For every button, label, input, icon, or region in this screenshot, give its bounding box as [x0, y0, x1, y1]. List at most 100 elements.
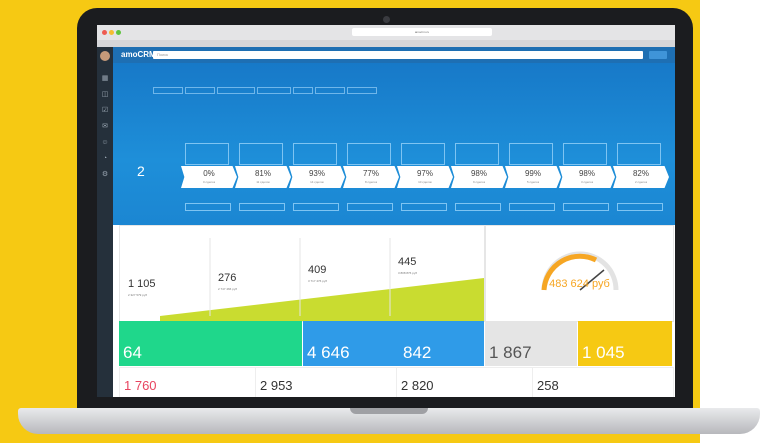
stage-count: 2 — [137, 163, 145, 179]
sales-area — [160, 278, 484, 321]
tile-gray: 1 867 — [485, 321, 577, 366]
funnel-stage[interactable]: 98% 9 сделок — [451, 166, 507, 188]
stage-conversion: 0% — [203, 169, 215, 178]
address-bar[interactable]: amocrm.ru — [352, 28, 492, 36]
stage-footer — [617, 203, 663, 211]
filter-chip[interactable] — [257, 87, 291, 94]
close-window-icon[interactable] — [102, 30, 107, 35]
stage-header[interactable] — [509, 143, 553, 165]
deals-icon[interactable]: ◫ — [101, 91, 109, 99]
funnel-stage[interactable]: 77% 8 сделок — [343, 166, 399, 188]
stage-header[interactable] — [563, 143, 607, 165]
filter-chip[interactable] — [347, 87, 377, 94]
tile-value: 1 867 — [489, 343, 532, 362]
stage-sub: 14 сделок — [310, 180, 324, 184]
funnel-stage[interactable]: 99% 5 сделок — [505, 166, 561, 188]
tile-value: 1 045 — [582, 343, 625, 362]
stage-header[interactable] — [347, 143, 391, 165]
funnel-stage[interactable]: 0% 0 сделок — [181, 166, 237, 188]
header-action-button[interactable] — [649, 51, 667, 59]
stage-header[interactable] — [401, 143, 445, 165]
camera — [383, 16, 390, 23]
tile-value: 1 760 — [124, 378, 157, 393]
tile-stat: 2 820 — [396, 367, 533, 397]
step-sub: 2 747 466 руб — [218, 287, 238, 291]
step-sub: 3 717 476 руб — [308, 279, 328, 283]
settings-icon[interactable]: ⚙ — [101, 171, 109, 179]
stage-footer — [239, 203, 285, 211]
dashboard-icon[interactable]: ▦ — [101, 75, 109, 83]
filter-chip[interactable] — [217, 87, 255, 94]
app-header: amoCRM. Поиск — [113, 47, 675, 63]
step-sub: 2 327 579 руб — [128, 293, 148, 297]
sales-area-chart — [160, 238, 484, 321]
stage-conversion: 98% — [578, 169, 595, 178]
tile-value: 2 820 — [401, 378, 434, 393]
stage-header[interactable] — [239, 143, 283, 165]
tile-bg — [119, 321, 302, 366]
stage-sub: 9 сделок — [472, 180, 486, 184]
sales-funnel-panel: 2 0% 0 сделок 81% 11 сделок 93% 14 сделок 77% 8… — [113, 63, 675, 225]
tile-yellow: 1 045 — [578, 321, 672, 366]
stage-sub: 5 сделок — [526, 180, 540, 184]
stage-conversion: 98% — [470, 169, 487, 178]
contacts-icon[interactable]: ☺ — [101, 139, 109, 147]
funnel-stage[interactable]: 98% 3 сделок — [559, 166, 615, 188]
filter-chip[interactable] — [293, 87, 313, 94]
tile-value: 64 — [123, 343, 142, 362]
stage-sub: 2 сделок — [634, 180, 648, 184]
funnel-stage[interactable]: 93% 14 сделок — [289, 166, 345, 188]
gauge-chart — [541, 251, 619, 291]
stats-icon[interactable]: ◔ — [101, 155, 109, 163]
funnel-stage[interactable]: 81% 11 сделок — [235, 166, 291, 188]
app-sidebar: ▦ ◫ ☑ ✉ ☺ ◔ ⚙ — [97, 47, 113, 397]
user-avatar[interactable] — [100, 51, 110, 61]
tile-blue: 4 646 842 — [303, 321, 484, 366]
tasks-icon[interactable]: ☑ — [101, 107, 109, 115]
stage-conversion: 77% — [362, 169, 379, 178]
stage-footer — [563, 203, 609, 211]
base-notch — [350, 408, 428, 414]
tile-value: 842 — [403, 343, 432, 362]
stage-header[interactable] — [293, 143, 337, 165]
funnel-stage[interactable]: 82% 2 сделок — [613, 166, 669, 188]
funnel-stage[interactable]: 97% 10 сделок — [397, 166, 453, 188]
stage-footer — [401, 203, 447, 211]
stage-header[interactable] — [617, 143, 661, 165]
mail-icon[interactable]: ✉ — [101, 123, 109, 131]
tile-green: 64 — [119, 321, 302, 366]
stage-header[interactable] — [185, 143, 229, 165]
tile-stat: 258 — [532, 367, 674, 397]
filter-chip[interactable] — [315, 87, 345, 94]
stage-sub: 0 сделок — [202, 180, 216, 184]
search-input[interactable]: Поиск — [153, 51, 643, 59]
stage-conversion: 93% — [308, 169, 325, 178]
stage-footer — [185, 203, 231, 211]
tile-value: 4 646 — [307, 343, 350, 362]
stage-footer — [455, 203, 501, 211]
filter-chip[interactable] — [153, 87, 183, 94]
tile-value: 258 — [537, 378, 559, 393]
minimize-window-icon[interactable] — [109, 30, 114, 35]
step-value: 276 — [218, 272, 237, 284]
maximize-window-icon[interactable] — [116, 30, 121, 35]
stage-sub: 3 сделок — [580, 180, 594, 184]
stage-footer — [509, 203, 555, 211]
stage-conversion: 81% — [254, 169, 271, 178]
step-sub: 3 808 876 руб — [398, 271, 418, 275]
stage-header[interactable] — [455, 143, 499, 165]
stage-footer — [293, 203, 339, 211]
bookmarks-bar — [97, 40, 675, 47]
stage-sub: 8 сделок — [364, 180, 378, 184]
stage-conversion: 99% — [524, 169, 541, 178]
stage-sub: 11 сделок — [256, 180, 270, 184]
laptop-screen: amocrm.ru ▦ ◫ ☑ ✉ ☺ ◔ ⚙ amoCRM. Поиск 2 … — [97, 25, 675, 397]
sales-steps-widget: 1 105 2 327 579 руб 276 2 747 466 руб 40… — [119, 225, 485, 322]
stage-footer — [347, 203, 393, 211]
stage-sub: 10 сделок — [418, 180, 432, 184]
gauge-value: 483 624 руб — [549, 278, 610, 290]
filter-chip[interactable] — [185, 87, 215, 94]
browser-toolbar: amocrm.ru — [97, 25, 675, 41]
step-value: 1 105 — [128, 278, 156, 290]
filter-row — [153, 87, 377, 94]
